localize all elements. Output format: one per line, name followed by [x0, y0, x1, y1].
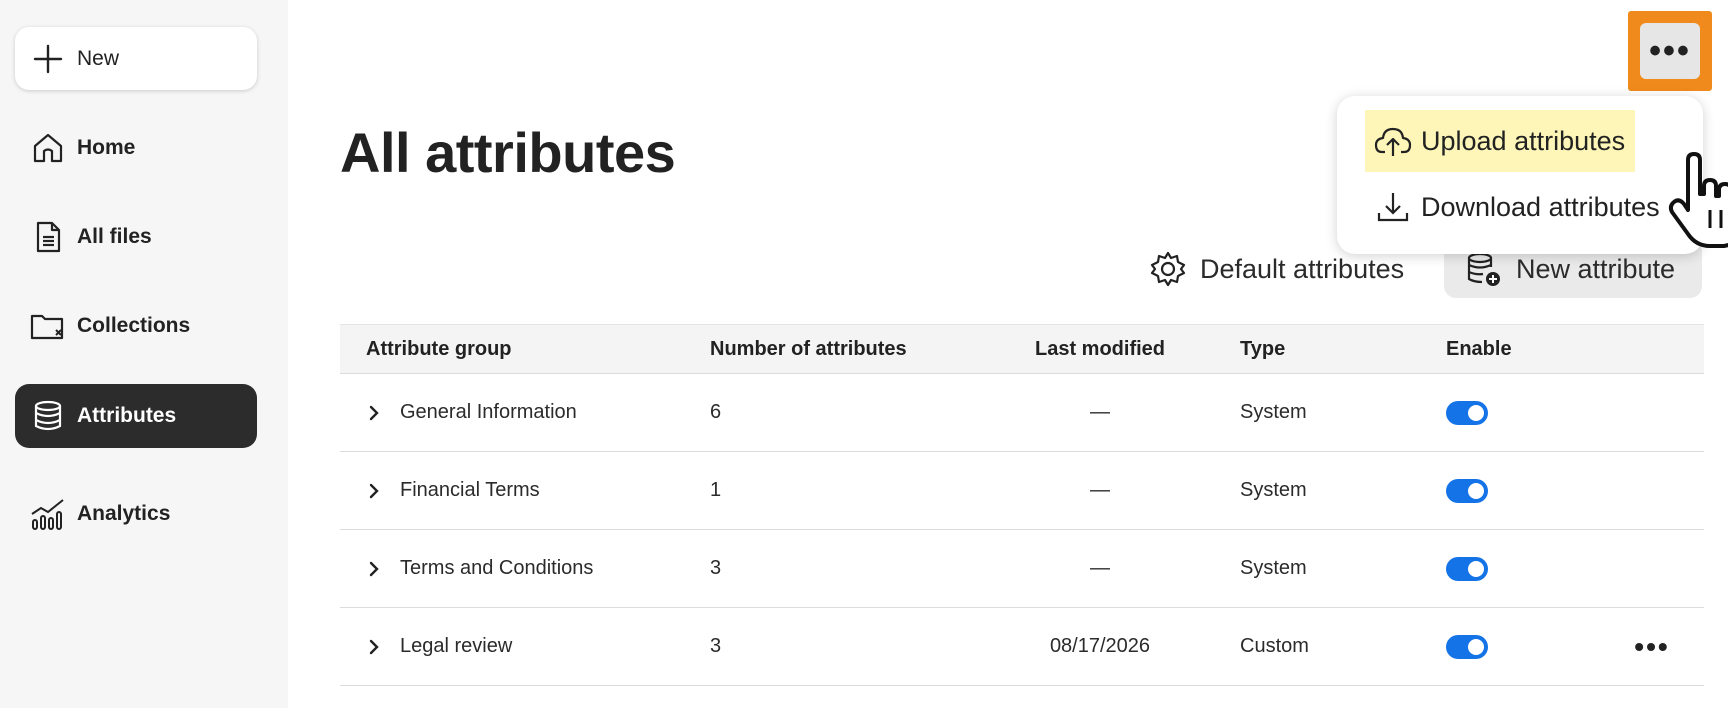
row-group-name: Legal review	[400, 635, 513, 657]
sidebar-item-analytics[interactable]: Analytics	[15, 482, 257, 546]
plus-icon	[33, 44, 63, 73]
download-icon	[1377, 193, 1409, 222]
table-row[interactable]: General Information 6 — System	[340, 374, 1704, 452]
new-attribute-label: New attribute	[1516, 253, 1676, 284]
database-icon	[29, 397, 67, 435]
gear-icon	[1150, 251, 1186, 287]
sidebar-item-label: Home	[77, 136, 136, 159]
new-button[interactable]: New	[15, 27, 257, 90]
row-modified: 08/17/2026	[1049, 635, 1151, 657]
page-title: All attributes	[340, 121, 676, 184]
table-row[interactable]: Terms and Conditions 3 — System	[340, 530, 1704, 608]
app-window: New Home All files Collections Attribute…	[0, 0, 1728, 708]
table-row[interactable]: Financial Terms 1 — System	[340, 452, 1704, 530]
analytics-icon	[29, 495, 67, 533]
header-attribute-group[interactable]: Attribute group	[340, 338, 680, 361]
sidebar-item-home[interactable]: Home	[15, 116, 257, 180]
chevron-right-icon[interactable]	[366, 404, 384, 422]
enable-toggle[interactable]	[1446, 634, 1488, 659]
new-button-label: New	[77, 46, 120, 70]
enable-toggle[interactable]	[1446, 400, 1488, 425]
row-more-options-button[interactable]: •••	[1634, 631, 1669, 663]
row-modified: —	[1090, 557, 1110, 579]
folder-icon	[29, 307, 67, 345]
sidebar-item-label: Analytics	[77, 502, 171, 525]
row-modified: —	[1090, 479, 1110, 501]
header-enable[interactable]: Enable	[1420, 338, 1600, 361]
default-attributes-label: Default attributes	[1200, 253, 1405, 284]
row-modified: —	[1090, 401, 1110, 423]
more-button-highlight: •••	[1628, 11, 1712, 91]
row-count: 1	[710, 479, 722, 501]
main-content: ••• All attributes Default attributes Ne…	[288, 0, 1728, 708]
more-icon: •••	[1649, 31, 1691, 70]
row-type: System	[1240, 401, 1307, 423]
file-icon	[29, 218, 67, 256]
sidebar-item-attributes[interactable]: Attributes	[15, 384, 257, 448]
row-count: 3	[710, 557, 722, 579]
menu-item-label: Upload attributes	[1421, 125, 1626, 156]
attributes-table: Attribute group Number of attributes Las…	[340, 324, 1704, 686]
enable-toggle[interactable]	[1446, 556, 1488, 581]
sidebar: New Home All files Collections Attribute…	[0, 0, 288, 708]
sidebar-item-all-files[interactable]: All files	[15, 205, 257, 269]
chevron-right-icon[interactable]	[366, 560, 384, 578]
row-group-name: Financial Terms	[400, 479, 540, 501]
sidebar-item-label: All files	[77, 225, 152, 248]
row-group-name: General Information	[400, 401, 577, 423]
menu-item-label: Download attributes	[1421, 191, 1660, 222]
row-type: Custom	[1240, 635, 1309, 657]
row-count: 6	[710, 401, 722, 423]
sidebar-item-collections[interactable]: Collections	[15, 294, 257, 358]
more-options-button[interactable]: •••	[1640, 23, 1700, 79]
menu-item-upload-attributes[interactable]: Upload attributes	[1365, 110, 1635, 172]
row-count: 3	[710, 635, 722, 657]
menu-item-download-attributes[interactable]: Download attributes	[1365, 176, 1668, 238]
sidebar-item-label: Attributes	[77, 404, 177, 427]
table-header: Attribute group Number of attributes Las…	[340, 324, 1704, 374]
home-icon	[29, 129, 67, 167]
enable-toggle[interactable]	[1446, 478, 1488, 503]
header-type[interactable]: Type	[1220, 338, 1420, 361]
row-group-name: Terms and Conditions	[400, 557, 594, 579]
database-add-icon	[1467, 252, 1500, 286]
row-type: System	[1240, 479, 1307, 501]
header-last-modified[interactable]: Last modified	[980, 338, 1220, 361]
cloud-upload-icon	[1374, 127, 1412, 156]
table-row[interactable]: Legal review 3 08/17/2026 Custom •••	[340, 608, 1704, 686]
more-options-menu: Upload attributes Download attributes	[1337, 96, 1703, 254]
sidebar-item-label: Collections	[77, 314, 191, 337]
header-number-of-attributes[interactable]: Number of attributes	[680, 338, 980, 361]
chevron-right-icon[interactable]	[366, 482, 384, 500]
chevron-right-icon[interactable]	[366, 638, 384, 656]
row-type: System	[1240, 557, 1307, 579]
